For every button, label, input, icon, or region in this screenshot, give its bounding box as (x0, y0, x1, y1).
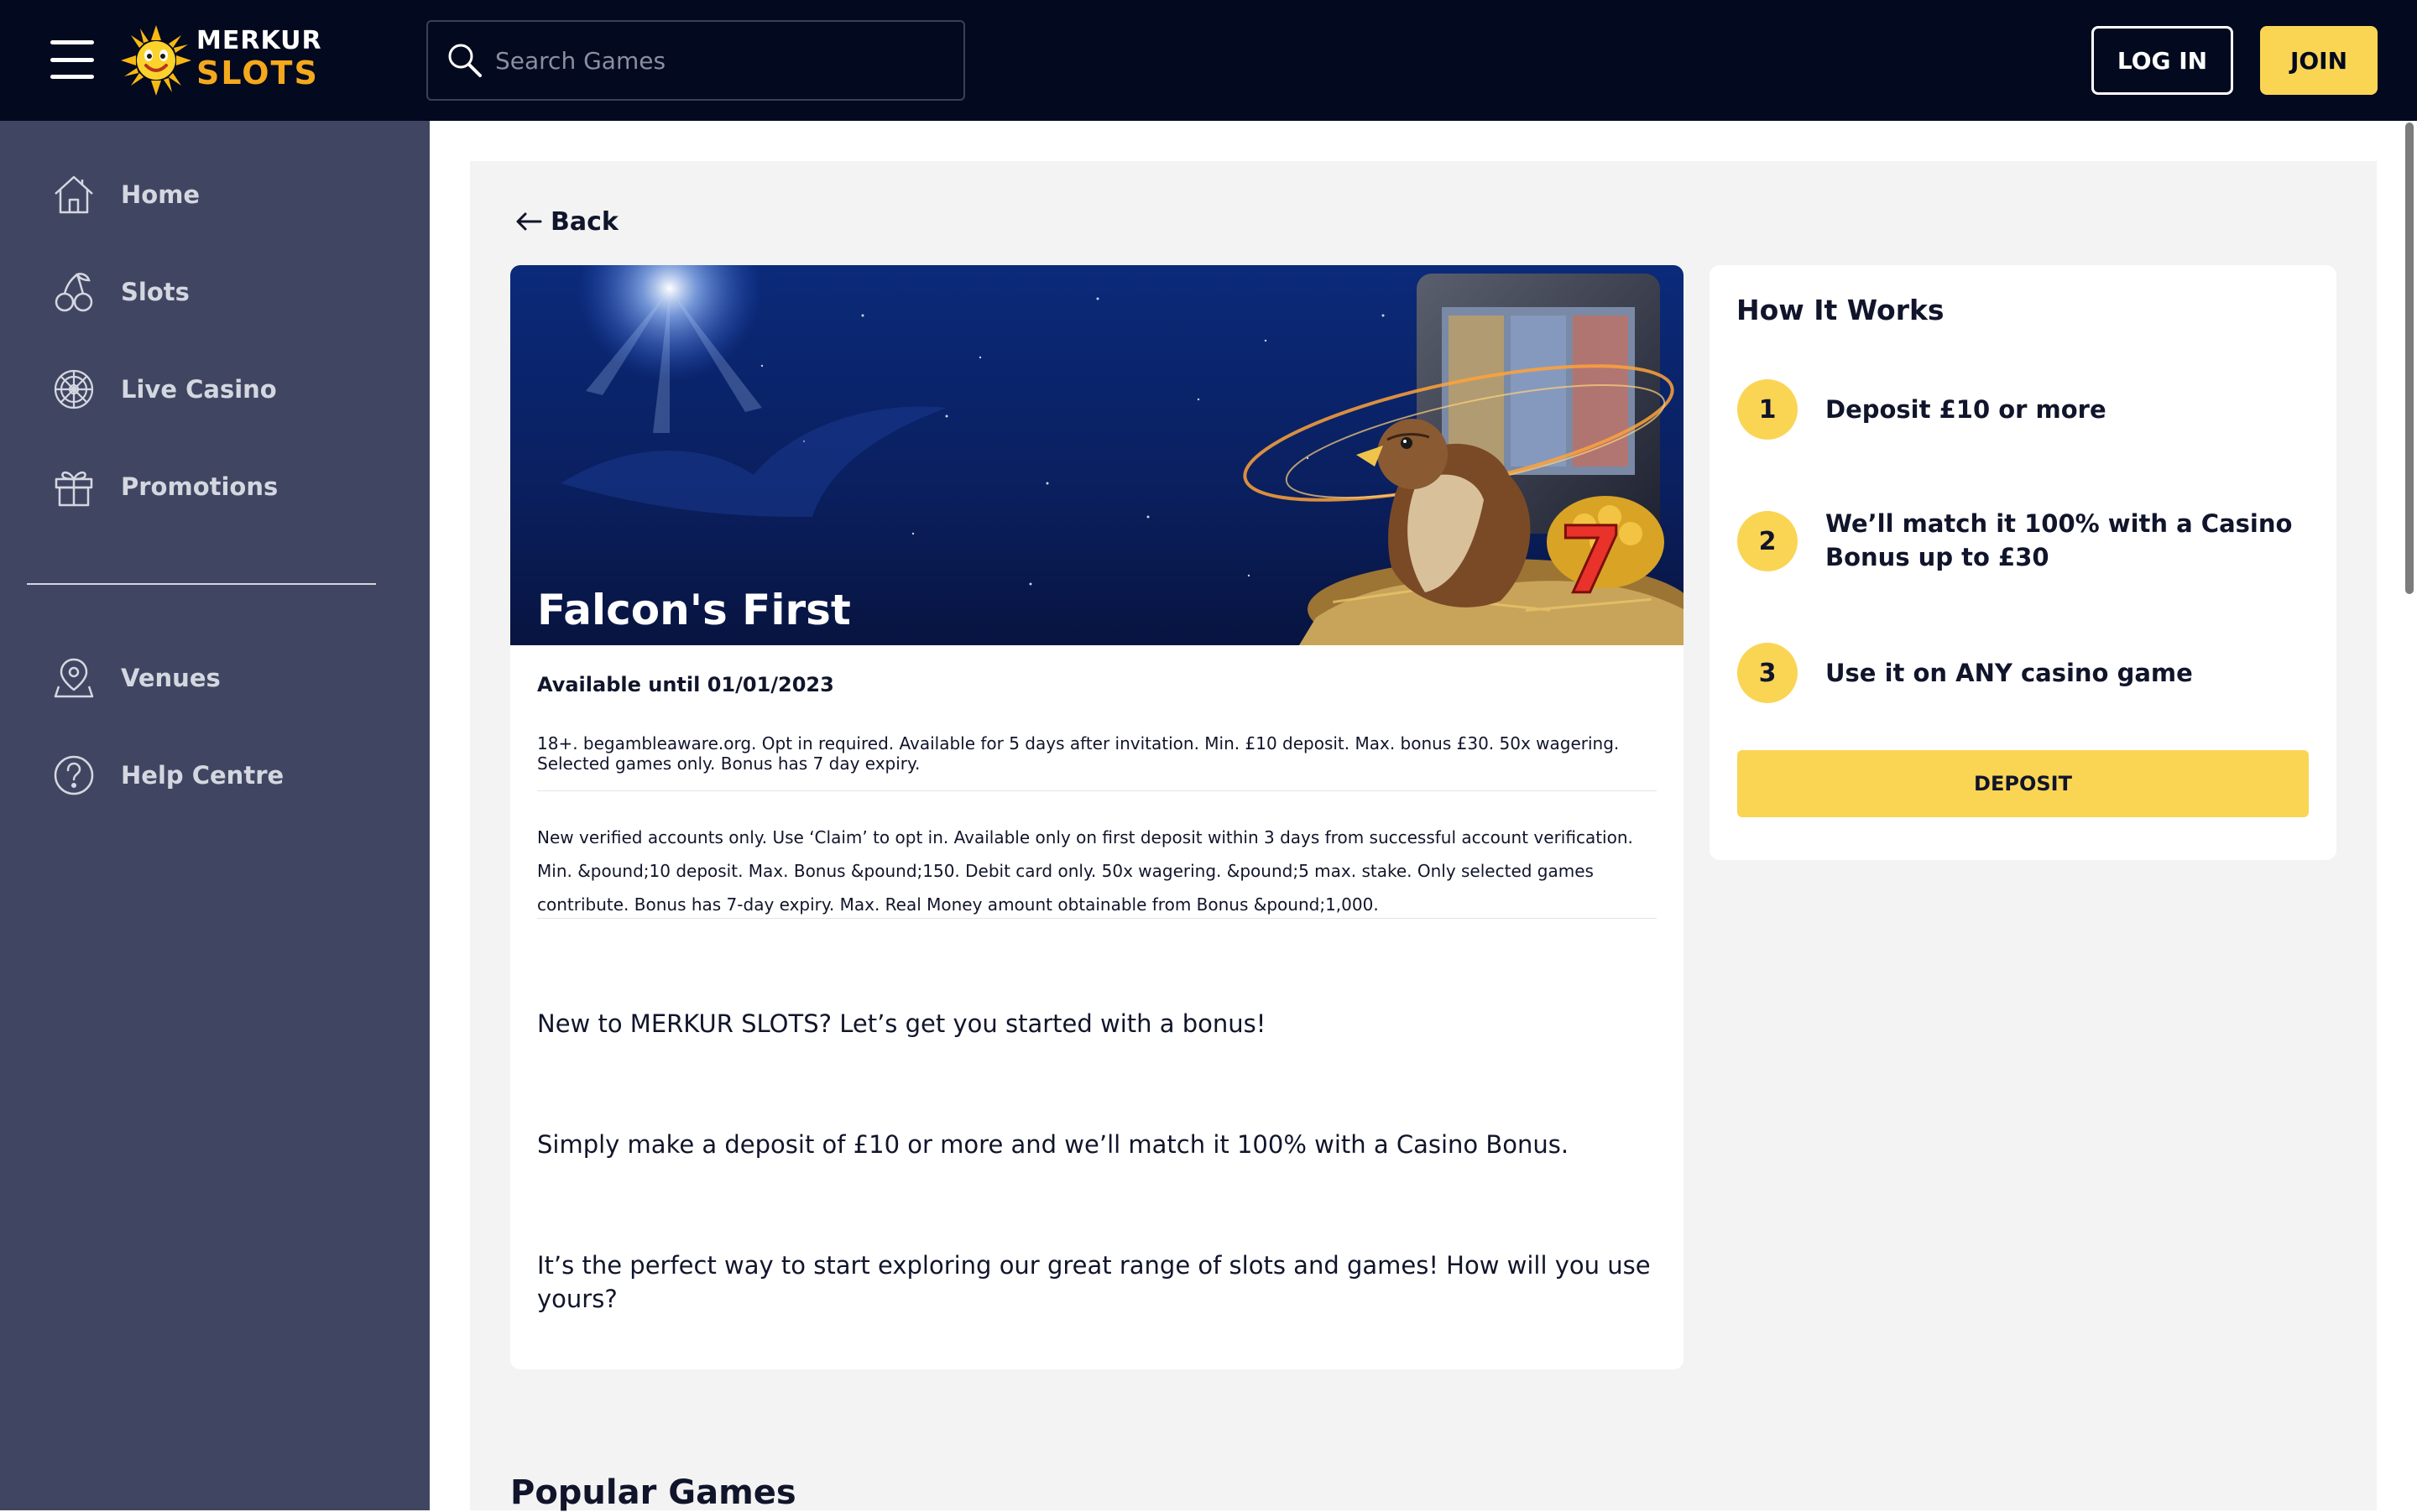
step-text: Use it on ANY casino game (1825, 659, 2193, 687)
back-link[interactable]: Back (515, 201, 619, 242)
step-number-badge: 1 (1737, 379, 1798, 440)
how-it-works-card: How It Works 1 Deposit £10 or more 2 We’… (1710, 265, 2336, 860)
merkur-slots-logo[interactable]: MERKUR SLOTS (121, 23, 321, 97)
availability-text: Available until 01/01/2023 (537, 673, 834, 696)
promo-title: Falcon's First (537, 586, 851, 634)
deposit-button[interactable]: DEPOSIT (1737, 750, 2309, 817)
svg-text:7: 7 (1559, 507, 1624, 614)
search-icon (448, 44, 482, 77)
roulette-icon (54, 369, 94, 409)
sidebar-divider (27, 583, 376, 585)
promo-banner: 7 Falcon's First (510, 265, 1684, 645)
login-button[interactable]: LOG IN (2091, 26, 2233, 95)
location-pin-icon (54, 658, 94, 698)
promo-paragraph: It’s the perfect way to start exploring … (537, 1251, 1651, 1313)
question-circle-icon (54, 755, 94, 795)
cherries-icon (55, 273, 93, 312)
terms-divider (537, 918, 1657, 919)
logo-line-merkur: MERKUR (196, 26, 322, 55)
search-input[interactable] (483, 22, 963, 99)
promo-paragraph: New to MERKUR SLOTS? Let’s get you start… (537, 1009, 1266, 1038)
short-terms-text: 18+. begambleaware.org. Opt in required.… (537, 733, 1620, 774)
sidebar-item-promotions[interactable]: Promotions (49, 453, 401, 520)
step-number-badge: 3 (1737, 643, 1798, 703)
sidebar-item-venues[interactable]: Venues (49, 644, 401, 712)
promo-paragraph: Simply make a deposit of £10 or more and… (537, 1130, 1569, 1159)
sidebar-item-label: Slots (121, 278, 190, 306)
terms-divider (537, 790, 1657, 791)
search-box[interactable] (426, 20, 965, 101)
full-terms-text: New verified accounts only. Use ‘Claim’ … (537, 827, 1633, 915)
popular-games-heading: Popular Games (510, 1473, 796, 1512)
sidebar: Home Slots Live Casino Promotions Venues… (0, 121, 430, 1510)
hamburger-icon[interactable] (50, 40, 94, 79)
step-number-badge: 2 (1737, 511, 1798, 571)
step-text: Deposit £10 or more (1825, 395, 2106, 424)
step-text: We’ll match it 100% with a Casino Bonus … (1825, 509, 2293, 571)
scrollbar-thumb[interactable] (2405, 123, 2414, 594)
sun-mascot-icon (121, 25, 191, 96)
sidebar-item-live-casino[interactable]: Live Casino (49, 356, 401, 423)
sidebar-item-help-centre[interactable]: Help Centre (49, 742, 401, 809)
home-icon (55, 175, 93, 214)
sidebar-item-label: Venues (121, 664, 221, 692)
arrow-left-icon (516, 212, 542, 231)
how-it-works-title: How It Works (1736, 294, 1945, 326)
sidebar-item-label: Help Centre (121, 761, 285, 790)
top-header: MERKUR SLOTS LOG IN JOIN (0, 0, 2417, 121)
sidebar-item-label: Live Casino (121, 375, 277, 404)
logo-line-slots: SLOTS (196, 55, 319, 91)
gift-icon (55, 471, 93, 507)
back-link-label: Back (551, 206, 619, 237)
sidebar-item-slots[interactable]: Slots (49, 258, 401, 326)
sidebar-item-home[interactable]: Home (49, 161, 401, 228)
sidebar-item-label: Promotions (121, 472, 279, 501)
sidebar-item-label: Home (121, 180, 201, 209)
join-button[interactable]: JOIN (2260, 26, 2378, 95)
promo-card: 7 Falcon's First Available until 01/01/2… (510, 265, 1684, 1369)
